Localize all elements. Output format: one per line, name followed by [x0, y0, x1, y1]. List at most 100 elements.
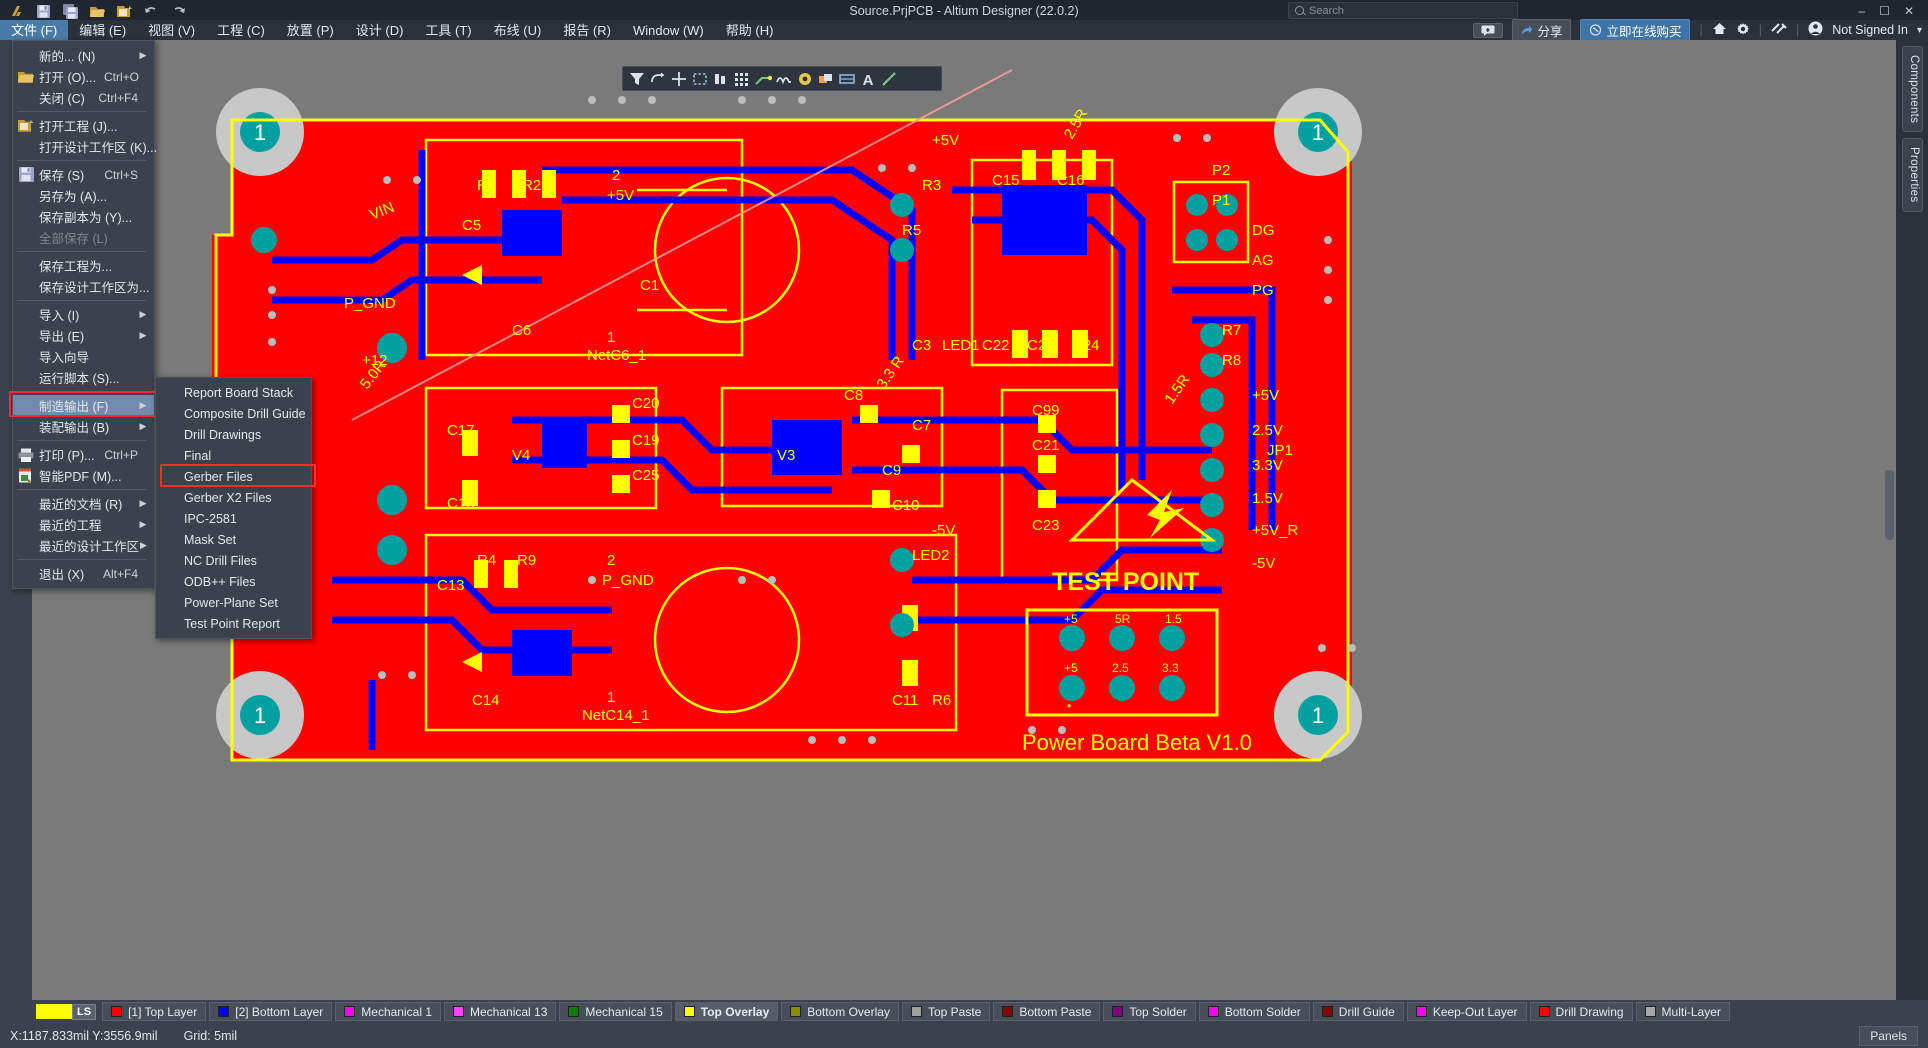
layer-tab-bottom-overlay[interactable]: Bottom Overlay	[781, 1002, 899, 1021]
fab-submenu-item-6[interactable]: IPC-2581	[156, 508, 311, 529]
text-icon[interactable]: A	[859, 70, 877, 88]
file-menu-item-7[interactable]: 保存 (S)Ctrl+S	[13, 164, 154, 185]
menu-u[interactable]: 布线 (U)	[483, 20, 553, 40]
loop-removal-icon[interactable]	[649, 70, 667, 88]
layer-tab-mechanical-13[interactable]: Mechanical 13	[444, 1002, 556, 1021]
open-icon[interactable]	[89, 3, 106, 20]
fab-submenu-item-7[interactable]: Mask Set	[156, 529, 311, 550]
save-all-icon[interactable]	[62, 3, 79, 20]
fab-submenu-item-2[interactable]: Drill Drawings	[156, 424, 311, 445]
redo-icon[interactable]	[170, 3, 187, 20]
menu-c[interactable]: 工程 (C)	[206, 20, 276, 40]
dimension-icon[interactable]	[838, 70, 856, 88]
polygon-icon[interactable]	[817, 70, 835, 88]
file-menu-item-16[interactable]: 导出 (E)▶	[13, 325, 154, 346]
layer-tab-mechanical-1[interactable]: Mechanical 1	[335, 1002, 441, 1021]
extensions-icon[interactable]	[1771, 22, 1787, 38]
interactive-length-tuning-icon[interactable]	[775, 70, 793, 88]
pcb-active-bar[interactable]: A	[622, 66, 942, 91]
menu-p[interactable]: 放置 (P)	[276, 20, 345, 40]
fab-submenu-item-4[interactable]: Gerber Files	[156, 466, 311, 487]
file-menu-item-2[interactable]: 关闭 (C)Ctrl+F4	[13, 87, 154, 108]
layer-tab--2-bottom-layer[interactable]: [2] Bottom Layer	[209, 1002, 332, 1021]
file-menu-item-26[interactable]: 最近的文档 (R)▶	[13, 493, 154, 514]
layer-tab-top-paste[interactable]: Top Paste	[902, 1002, 990, 1021]
menu-e[interactable]: 编辑 (E)	[68, 20, 137, 40]
layer-set-badge[interactable]: LS	[36, 1004, 96, 1020]
layer-tab-bottom-solder[interactable]: Bottom Solder	[1199, 1002, 1310, 1021]
file-menu-item-15[interactable]: 导入 (I)▶	[13, 304, 154, 325]
save-icon[interactable]	[35, 3, 52, 20]
file-menu-item-18[interactable]: 运行脚本 (S)...	[13, 367, 154, 388]
route-icon[interactable]	[754, 70, 772, 88]
layer-tab-keep-out-layer[interactable]: Keep-Out Layer	[1407, 1002, 1527, 1021]
buy-online-button[interactable]: 立即在线购买	[1580, 19, 1690, 42]
home-icon[interactable]	[1712, 22, 1727, 38]
fab-submenu-item-10[interactable]: Power-Plane Set	[156, 592, 311, 613]
vertical-scrollbar[interactable]	[1885, 470, 1894, 540]
fab-submenu-item-8[interactable]: NC Drill Files	[156, 550, 311, 571]
layer-tab-drill-guide[interactable]: Drill Guide	[1313, 1002, 1404, 1021]
layer-tab-top-overlay[interactable]: Top Overlay	[675, 1002, 778, 1021]
file-menu-item-27[interactable]: 最近的工程▶	[13, 514, 154, 535]
menu-t[interactable]: 工具 (T)	[414, 20, 482, 40]
file-menu-item-23[interactable]: 打印 (P)...Ctrl+P	[13, 444, 154, 465]
file-menu-item-12[interactable]: 保存工程为...	[13, 255, 154, 276]
layer-tab-bottom-paste[interactable]: Bottom Paste	[993, 1002, 1100, 1021]
align-icon[interactable]	[712, 70, 730, 88]
chevron-down-icon[interactable]: ▾	[1917, 25, 1922, 36]
fab-submenu-item-1[interactable]: Composite Drill Guide	[156, 403, 311, 424]
layer-tab--1-top-layer[interactable]: [1] Top Layer	[102, 1002, 206, 1021]
menu-f[interactable]: 文件 (F)	[0, 20, 68, 40]
user-icon[interactable]	[1808, 21, 1823, 39]
panel-tab-components[interactable]: Components	[1902, 46, 1923, 132]
menu-v[interactable]: 视图 (V)	[137, 20, 206, 40]
file-menu-item-20[interactable]: 制造输出 (F)▶	[13, 395, 154, 416]
fab-submenu-item-5[interactable]: Gerber X2 Files	[156, 487, 311, 508]
close-button[interactable]: ✕	[1904, 4, 1914, 18]
file-menu-item-28[interactable]: 最近的设计工作区▶	[13, 535, 154, 556]
layer-tab-drill-drawing[interactable]: Drill Drawing	[1530, 1002, 1633, 1021]
fabrication-outputs-submenu[interactable]: Report Board StackComposite Drill GuideD…	[155, 377, 312, 639]
file-menu-item-10[interactable]: 全部保存 (L)	[13, 227, 154, 248]
file-menu-item-17[interactable]: 导入向导	[13, 346, 154, 367]
file-menu-dropdown[interactable]: 新的... (N)▶打开 (O)...Ctrl+O关闭 (C)Ctrl+F4 打开…	[12, 40, 155, 589]
file-menu-item-30[interactable]: 退出 (X)Alt+F4	[13, 563, 154, 584]
layer-tab-multi-layer[interactable]: Multi-Layer	[1636, 1002, 1730, 1021]
via-icon[interactable]	[796, 70, 814, 88]
file-menu-item-4[interactable]: 打开工程 (J)...	[13, 115, 154, 136]
fab-submenu-item-0[interactable]: Report Board Stack	[156, 382, 311, 403]
crosshair-icon[interactable]	[670, 70, 688, 88]
fab-submenu-item-3[interactable]: Final	[156, 445, 311, 466]
file-menu-item-1[interactable]: 打开 (O)...Ctrl+O	[13, 66, 154, 87]
menu-r[interactable]: 报告 (R)	[552, 20, 622, 40]
undo-icon[interactable]	[143, 3, 160, 20]
share-button[interactable]: 分享	[1512, 19, 1571, 42]
grid-icon[interactable]	[733, 70, 751, 88]
open-project-icon[interactable]	[116, 3, 133, 20]
file-menu-item-24[interactable]: 智能PDF (M)...	[13, 465, 154, 486]
filter-icon[interactable]	[628, 70, 646, 88]
file-menu-item-8[interactable]: 另存为 (A)...	[13, 185, 154, 206]
menu-w[interactable]: Window (W)	[622, 20, 715, 40]
panel-tab-properties[interactable]: Properties	[1902, 138, 1923, 211]
gear-icon[interactable]	[1736, 22, 1750, 39]
maximize-button[interactable]: ☐	[1879, 4, 1890, 18]
file-menu-item-9[interactable]: 保存副本为 (Y)...	[13, 206, 154, 227]
menu-d[interactable]: 设计 (D)	[345, 20, 415, 40]
fab-submenu-item-9[interactable]: ODB++ Files	[156, 571, 311, 592]
file-menu-item-0[interactable]: 新的... (N)▶	[13, 45, 154, 66]
select-area-icon[interactable]	[691, 70, 709, 88]
panels-button[interactable]: Panels	[1859, 1026, 1918, 1046]
file-menu-item-13[interactable]: 保存设计工作区为...	[13, 276, 154, 297]
line-icon[interactable]	[880, 70, 898, 88]
file-menu-item-21[interactable]: 装配输出 (B)▶	[13, 416, 154, 437]
user-label[interactable]: Not Signed In	[1832, 23, 1908, 37]
layer-tab-mechanical-15[interactable]: Mechanical 15	[559, 1002, 671, 1021]
file-menu-item-5[interactable]: 打开设计工作区 (K)...	[13, 136, 154, 157]
comment-icon[interactable]	[1473, 23, 1503, 38]
menu-h[interactable]: 帮助 (H)	[715, 20, 785, 40]
minimize-button[interactable]: –	[1858, 4, 1865, 18]
fab-submenu-item-11[interactable]: Test Point Report	[156, 613, 311, 634]
layer-tab-top-solder[interactable]: Top Solder	[1103, 1002, 1195, 1021]
